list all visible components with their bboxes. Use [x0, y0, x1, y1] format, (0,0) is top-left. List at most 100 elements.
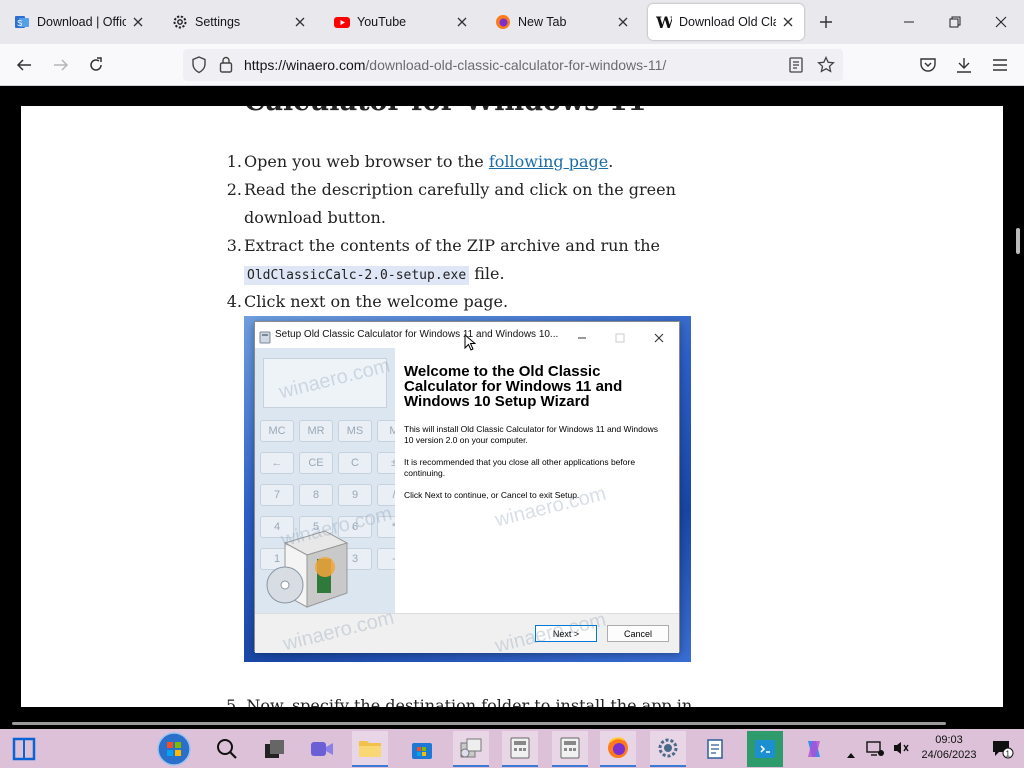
tab-label: Settings — [195, 15, 241, 29]
cancel-button[interactable]: Cancel — [607, 625, 669, 642]
taskbar-app-calculator-2[interactable] — [552, 731, 588, 767]
forward-button[interactable] — [46, 50, 76, 80]
step-3-continued: OldClassicCalc-2.0-setup.exe file. — [244, 264, 505, 285]
close-icon[interactable] — [615, 14, 631, 30]
windows-taskbar: 09:03 24/06/2023 1 — [0, 729, 1024, 768]
calculator-icon — [560, 737, 580, 759]
windows-logo-icon — [12, 737, 36, 761]
notification-center-icon[interactable]: 1 — [992, 739, 1014, 763]
taskbar-app-remote[interactable] — [747, 731, 783, 767]
minimize-icon — [577, 328, 587, 347]
store-icon — [412, 743, 432, 759]
start-button[interactable] — [6, 731, 42, 767]
article-content: Calculator for Windows 11 1.Open you web… — [21, 106, 1003, 707]
tab-new-tab[interactable]: New Tab — [487, 4, 639, 40]
taskbar-search[interactable] — [209, 731, 245, 767]
url-path: /download-old-classic-calculator-for-win… — [365, 57, 667, 73]
taskbar-app-notepad[interactable] — [698, 731, 734, 767]
calc-key: ← — [260, 452, 294, 474]
network-icon[interactable] — [866, 739, 884, 761]
dialog-title: Setup Old Classic Calculator for Windows… — [275, 329, 559, 340]
volume-muted-icon[interactable] — [892, 739, 910, 761]
installer-icon — [460, 738, 482, 758]
taskbar-store[interactable] — [404, 731, 440, 767]
pocket-button[interactable] — [913, 50, 943, 80]
new-tab-button[interactable] — [812, 8, 840, 36]
tab-youtube[interactable]: YouTube — [326, 4, 478, 40]
notepad-icon — [707, 739, 723, 759]
calc-key: C — [338, 452, 372, 474]
taskbar-settings[interactable] — [650, 731, 686, 767]
step-1: 1. Open you web browser to the following … — [227, 152, 614, 171]
download-icon — [957, 58, 971, 73]
downloads-button[interactable] — [949, 50, 979, 80]
back-button[interactable] — [9, 50, 39, 80]
chevron-up-icon[interactable] — [846, 744, 856, 763]
search-icon — [217, 739, 237, 759]
reader-view-icon[interactable] — [789, 57, 803, 77]
gear-icon — [172, 14, 188, 30]
tracking-shield-icon[interactable] — [191, 56, 207, 78]
menu-button[interactable] — [985, 50, 1015, 80]
tab-settings[interactable]: Settings — [164, 4, 316, 40]
bookmark-star-icon[interactable] — [817, 55, 835, 78]
taskbar-copilot[interactable] — [796, 731, 832, 767]
taskbar-app-calculator-1[interactable] — [502, 731, 538, 767]
close-icon — [654, 328, 664, 347]
office-glyph: S — [17, 19, 22, 28]
lock-icon[interactable] — [219, 56, 233, 77]
close-icon — [995, 16, 1007, 28]
task-view-icon — [265, 740, 284, 758]
restore-icon — [949, 16, 961, 28]
tab-strip: S Download | Office T Settings YouTube N… — [0, 0, 1024, 44]
folder-icon — [359, 741, 381, 757]
close-icon[interactable] — [130, 14, 146, 30]
step-2-continued: download button. — [244, 208, 386, 227]
gear-icon — [658, 738, 678, 758]
step-5: 5. Now, specify the destination folder t… — [226, 696, 693, 707]
tab-label: YouTube — [357, 15, 407, 29]
setup-filename-code: OldClassicCalc-2.0-setup.exe — [244, 266, 470, 285]
step-text-end: file. — [469, 264, 505, 283]
step-3: 3. Extract the contents of the ZIP archiv… — [227, 236, 660, 255]
taskbar-firefox[interactable] — [600, 731, 636, 767]
taskbar-windows7-orb[interactable] — [156, 731, 192, 767]
firefox-icon — [608, 737, 628, 758]
vertical-scrollbar[interactable] — [1012, 87, 1024, 719]
office-icon: S — [14, 14, 30, 30]
calc-key: 8 — [299, 484, 333, 506]
youtube-icon — [334, 14, 350, 30]
calculator-icon — [510, 737, 530, 759]
url-text[interactable]: https://winaero.com/download-old-classic… — [244, 57, 666, 73]
taskbar-teams[interactable] — [304, 731, 340, 767]
tab-winaero-active[interactable]: W Download Old Clas — [648, 4, 804, 40]
close-icon[interactable] — [454, 14, 470, 30]
calc-key: M — [377, 420, 395, 442]
wizard-welcome-panel: Welcome to the Old Classic Calculator fo… — [395, 348, 679, 613]
address-bar[interactable]: https://winaero.com/download-old-classic… — [183, 49, 843, 81]
windows-orb-icon — [157, 732, 191, 766]
calc-key: - — [377, 548, 395, 570]
setup-app-icon — [259, 329, 271, 348]
close-window-button[interactable] — [978, 0, 1024, 44]
reload-button[interactable] — [81, 50, 111, 80]
tab-office[interactable]: S Download | Office T — [6, 4, 154, 40]
vertical-scrollbar-thumb[interactable] — [1016, 228, 1020, 254]
horizontal-scrollbar-thumb[interactable] — [12, 722, 946, 725]
taskbar-file-explorer[interactable] — [352, 731, 388, 767]
notification-badge: 1 — [1006, 750, 1011, 759]
firefox-icon — [495, 14, 511, 30]
minimize-button[interactable] — [886, 0, 932, 44]
step-text-end: . — [608, 152, 614, 171]
tab-label: New Tab — [518, 15, 567, 29]
system-clock[interactable]: 09:03 24/06/2023 — [918, 733, 980, 763]
close-icon[interactable] — [292, 14, 308, 30]
restore-button[interactable] — [932, 0, 978, 44]
close-icon[interactable] — [780, 14, 796, 30]
calc-key: CE — [299, 452, 333, 474]
taskbar-task-view[interactable] — [257, 731, 293, 767]
taskbar-app-setup[interactable] — [453, 731, 489, 767]
following-page-link[interactable]: following page — [489, 152, 608, 171]
winaero-glyph: W — [656, 14, 672, 30]
wizard-paragraph-1: This will install Old Classic Calculator… — [404, 424, 658, 445]
